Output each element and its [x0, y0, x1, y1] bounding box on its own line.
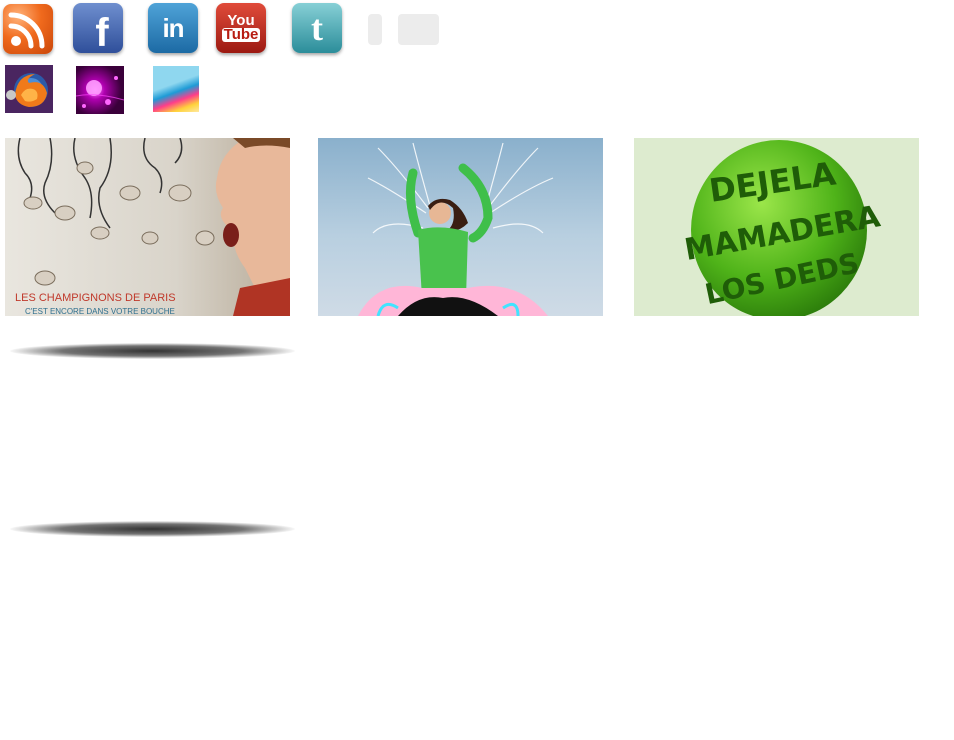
twitter-icon[interactable]: t — [292, 3, 342, 53]
youtube-glyph-bottom: Tube — [221, 26, 261, 43]
green-sphere-illustration: DEJELA MAMADERA LOS DEDS — [682, 140, 884, 316]
youtube-glyph: You Tube — [221, 13, 261, 43]
card-shadow — [10, 343, 295, 359]
rss-glyph — [8, 12, 45, 49]
loading-placeholder — [368, 14, 382, 45]
rss-icon[interactable] — [3, 4, 53, 54]
purple-glow-thumbnail[interactable] — [76, 66, 124, 114]
champignons-caption-2: C'EST ENCORE DANS VOTRE BOUCHE — [25, 307, 175, 316]
linkedin-icon[interactable]: in — [148, 3, 198, 53]
champignons-card[interactable]: LES CHAMPIGNONS DE PARIS C'EST ENCORE DA… — [5, 138, 290, 316]
twitter-glyph: t — [311, 8, 323, 48]
linkedin-glyph: in — [162, 12, 184, 43]
green-typography-sphere-card[interactable]: DEJELA MAMADERA LOS DEDS — [634, 138, 919, 316]
firefox-graphic — [5, 65, 53, 113]
dancer-illustration — [358, 142, 554, 316]
loading-placeholder — [398, 14, 439, 45]
color-waves-thumbnail[interactable] — [153, 66, 199, 112]
youtube-icon[interactable]: You Tube — [216, 3, 266, 53]
champignons-caption-1: LES CHAMPIGNONS DE PARIS — [15, 292, 176, 304]
facebook-glyph: f — [95, 10, 109, 54]
glow-graphic — [76, 76, 124, 108]
champignons-illustration: LES CHAMPIGNONS DE PARIS C'EST ENCORE DA… — [15, 138, 290, 316]
firefox-icon[interactable] — [5, 65, 53, 113]
facebook-icon[interactable]: f — [73, 3, 123, 53]
card-shadow — [10, 521, 295, 537]
dancer-splash-card[interactable] — [318, 138, 603, 316]
